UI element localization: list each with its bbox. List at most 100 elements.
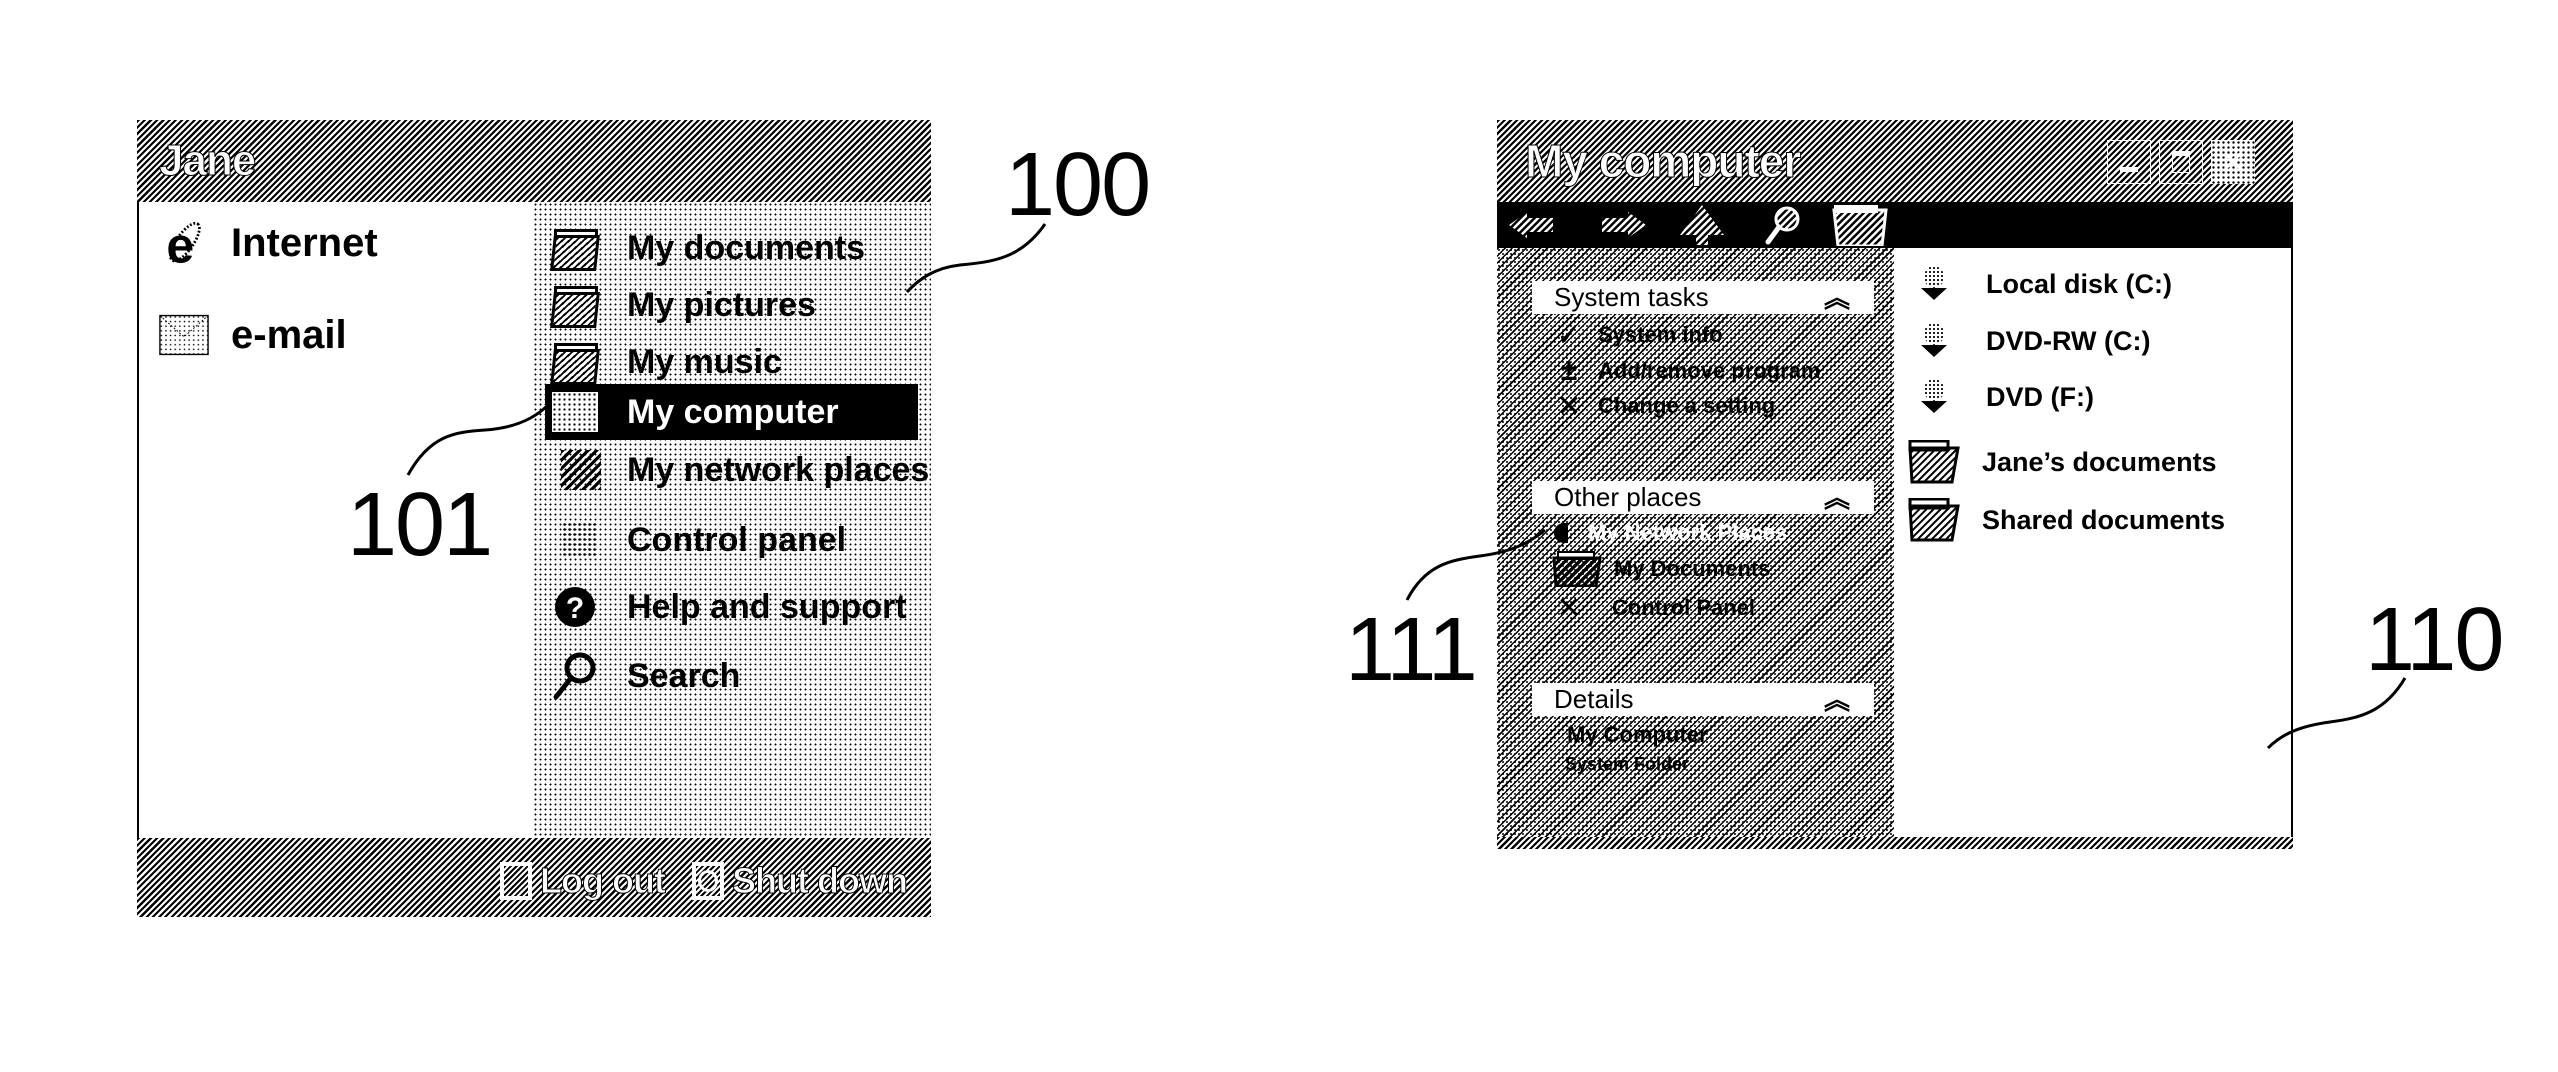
content-item-label: Jane’s documents xyxy=(1982,446,2217,477)
menu-item-my-documents[interactable]: My documents xyxy=(545,220,918,276)
log-out-button[interactable]: Log out xyxy=(500,860,667,902)
forward-button[interactable] xyxy=(1600,206,1646,244)
menu-item-label: My documents xyxy=(627,228,866,267)
drive-icon xyxy=(1912,319,1956,363)
menu-item-label: My pictures xyxy=(627,285,816,324)
place-item-control-panel[interactable]: ✕ Control Panel xyxy=(1552,591,1756,625)
checkmark-icon: ✓ xyxy=(1556,318,1582,352)
drive-icon xyxy=(1912,375,1956,419)
menu-item-label: My computer xyxy=(627,392,839,431)
start-menu-footer: Log out Shut down xyxy=(137,838,931,917)
collapse-chevron-icon[interactable]: ︽ xyxy=(1824,485,1850,511)
task-item-add-remove-program[interactable]: ± Add/remove program xyxy=(1552,354,1821,387)
help-icon: ? xyxy=(549,585,601,629)
section-header-system-tasks[interactable]: System tasks ︽ xyxy=(1532,281,1874,314)
details-subtitle: System Folder xyxy=(1565,754,1690,774)
content-item-janes-documents[interactable]: Jane’s documents xyxy=(1908,440,2217,484)
search-icon xyxy=(1765,206,1800,245)
menu-item-label: My network places xyxy=(627,450,930,489)
maximize-icon xyxy=(2172,151,2190,173)
menu-item-label: Help and support xyxy=(627,587,907,626)
content-item-shared-documents[interactable]: Shared documents xyxy=(1908,498,2225,542)
places-pane: My documents My pictures My music My com… xyxy=(533,202,931,838)
log-out-icon xyxy=(500,862,532,900)
back-button[interactable] xyxy=(1509,206,1555,244)
minimize-button[interactable] xyxy=(2107,140,2151,184)
folder-icon xyxy=(549,340,601,385)
window-bottom-border xyxy=(1497,837,2293,849)
menu-item-control-panel[interactable]: Control panel xyxy=(545,512,918,568)
section-header-details[interactable]: Details ︽ xyxy=(1532,683,1874,716)
place-item-label: Control Panel xyxy=(1612,595,1756,620)
drive-icon xyxy=(1912,262,1956,306)
folder-icon xyxy=(1908,440,1960,484)
pinned-item-internet[interactable]: e Internet xyxy=(159,217,377,273)
envelope-icon xyxy=(159,310,209,360)
up-button[interactable] xyxy=(1680,205,1724,245)
window-title-bar[interactable]: My computer ✕ xyxy=(1497,120,2293,202)
collapse-chevron-icon[interactable]: ︽ xyxy=(1824,285,1850,311)
control-panel-icon xyxy=(549,518,601,562)
forward-arrow-icon xyxy=(1602,212,1646,238)
window-title: My computer xyxy=(1524,135,1801,188)
place-item-network-places[interactable]: My Network Places xyxy=(1552,518,1787,548)
menu-item-help-and-support[interactable]: ? Help and support xyxy=(545,579,918,635)
menu-item-my-pictures[interactable]: My pictures xyxy=(545,277,918,333)
collapse-chevron-icon[interactable]: ︽ xyxy=(1824,687,1850,713)
pinned-item-email[interactable]: e-mail xyxy=(159,310,347,360)
content-item-label: Shared documents xyxy=(1982,504,2226,535)
menu-item-label: Search xyxy=(627,656,741,695)
maximize-button[interactable] xyxy=(2159,140,2203,184)
menu-item-search[interactable]: Search xyxy=(545,648,918,704)
section-header-other-places[interactable]: Other places ︽ xyxy=(1532,481,1874,514)
my-computer-window: My computer ✕ System tasks ︽ ✓ System in… xyxy=(1497,120,2293,849)
svg-text:?: ? xyxy=(566,592,584,625)
start-menu-header: Jane xyxy=(137,120,931,202)
content-item-dvd[interactable]: DVD (F:) xyxy=(1912,375,2094,419)
reference-numeral-110: 110 xyxy=(2365,590,2504,690)
content-item-dvd-rw[interactable]: DVD-RW (C:) xyxy=(1912,319,2150,363)
search-icon xyxy=(549,652,601,700)
task-item-change-setting[interactable]: ✕ Change a setting xyxy=(1552,389,1776,423)
plus-minus-icon: ± xyxy=(1560,354,1578,387)
content-item-label: DVD (F:) xyxy=(1986,381,2094,412)
menu-item-my-network-places[interactable]: My network places xyxy=(545,442,929,498)
folders-icon xyxy=(1832,205,1888,246)
folder-icon xyxy=(1908,498,1960,542)
tools-icon: ✕ xyxy=(1556,591,1582,625)
place-item-my-documents[interactable]: My Documents xyxy=(1552,551,1771,587)
menu-item-my-music[interactable]: My music xyxy=(545,334,918,390)
section-title: Other places xyxy=(1554,482,1702,512)
place-item-label: My Network Places xyxy=(1588,520,1788,545)
window-toolbar xyxy=(1497,202,2293,248)
section-title: Details xyxy=(1554,684,1634,714)
up-arrow-icon xyxy=(1680,205,1724,245)
tools-icon: ✕ xyxy=(1556,389,1582,423)
folder-icon xyxy=(549,283,601,328)
internet-explorer-icon: e xyxy=(159,217,209,273)
content-item-local-disk[interactable]: Local disk (C:) xyxy=(1912,262,2172,306)
place-item-label: My Documents xyxy=(1614,556,1771,581)
reference-numeral-100: 100 xyxy=(1005,135,1151,235)
task-pane: System tasks ︽ ✓ System info ± Add/remov… xyxy=(1497,248,1894,837)
log-out-label: Log out xyxy=(540,860,667,902)
pinned-item-label: e-mail xyxy=(231,312,347,357)
reference-numeral-111: 111 xyxy=(1345,600,1478,700)
close-icon: ✕ xyxy=(2220,145,2246,179)
reference-numeral-101: 101 xyxy=(347,475,493,575)
shut-down-button[interactable]: Shut down xyxy=(692,860,908,902)
folders-button[interactable] xyxy=(1832,205,1888,246)
menu-item-my-computer[interactable]: My computer xyxy=(545,384,918,440)
task-item-label: Change a setting xyxy=(1598,393,1776,418)
menu-item-label: My music xyxy=(627,342,782,381)
computer-icon xyxy=(549,390,601,434)
task-item-label: System info xyxy=(1598,322,1723,347)
folder-icon xyxy=(1552,551,1602,587)
close-button[interactable]: ✕ xyxy=(2211,140,2255,184)
svg-text:e: e xyxy=(166,217,194,273)
task-item-system-info[interactable]: ✓ System info xyxy=(1552,318,1723,352)
details-title: My Computer xyxy=(1567,722,1708,747)
search-button[interactable] xyxy=(1763,206,1803,245)
content-item-label: Local disk (C:) xyxy=(1986,268,2173,299)
start-menu: Jane e Internet e-mail My documents My p… xyxy=(137,120,931,917)
